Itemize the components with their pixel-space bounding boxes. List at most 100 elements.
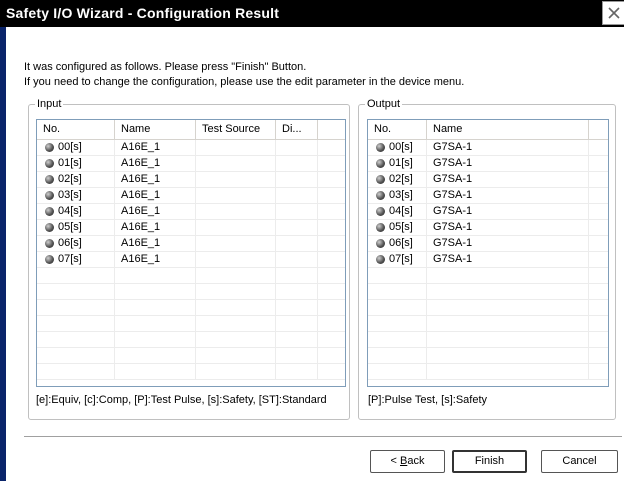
input-row: [37, 316, 345, 332]
output-cell-name: [427, 316, 589, 331]
radio-bullet-icon: [376, 159, 385, 168]
output-no-text: 07[s]: [389, 253, 413, 265]
input-no-text: 03[s]: [58, 189, 82, 201]
radio-bullet-icon: [376, 223, 385, 232]
output-row[interactable]: 02[s] G7SA-1: [368, 172, 608, 188]
input-list[interactable]: No. Name Test Source Di... 00[s] A16E_1 01…: [36, 119, 346, 387]
button-separator: [24, 436, 622, 438]
output-list[interactable]: No. Name 00[s] G7SA-1 01[s] G7SA-1 02[s] G7SA…: [367, 119, 609, 387]
input-name-text: A16E_1: [121, 253, 161, 265]
output-no-text: 00[s]: [389, 141, 413, 153]
output-cell-no: 07[s]: [368, 252, 427, 267]
input-cell-di: [276, 204, 318, 219]
output-cell-no: [368, 300, 427, 315]
input-cell-test-source: [196, 172, 276, 187]
input-row[interactable]: 04[s] A16E_1: [37, 204, 345, 220]
input-group-legend: Input: [35, 98, 64, 110]
radio-bullet-icon: [45, 207, 54, 216]
radio-bullet-icon: [45, 159, 54, 168]
input-cell-name: A16E_1: [115, 156, 196, 171]
output-cell-name: [427, 348, 589, 363]
input-name-text: A16E_1: [121, 141, 161, 153]
input-cell-di: [276, 172, 318, 187]
input-row: [37, 284, 345, 300]
output-cell-no: 04[s]: [368, 204, 427, 219]
input-no-text: 06[s]: [58, 237, 82, 249]
input-cell-test-source: [196, 252, 276, 267]
input-row[interactable]: 00[s] A16E_1: [37, 140, 345, 156]
input-row[interactable]: 03[s] A16E_1: [37, 188, 345, 204]
output-row[interactable]: 01[s] G7SA-1: [368, 156, 608, 172]
input-name-text: A16E_1: [121, 221, 161, 233]
radio-bullet-icon: [45, 191, 54, 200]
input-row[interactable]: 01[s] A16E_1: [37, 156, 345, 172]
output-cell-name: G7SA-1: [427, 140, 589, 155]
input-cell-no: 05[s]: [37, 220, 115, 235]
radio-bullet-icon: [376, 175, 385, 184]
input-cell-no: 04[s]: [37, 204, 115, 219]
cancel-button[interactable]: Cancel: [541, 450, 618, 473]
input-name-text: A16E_1: [121, 237, 161, 249]
input-row[interactable]: 06[s] A16E_1: [37, 236, 345, 252]
input-col-no[interactable]: No.: [37, 120, 115, 139]
input-name-text: A16E_1: [121, 205, 161, 217]
output-cell-name: [427, 364, 589, 379]
input-cell-test-source: [196, 188, 276, 203]
input-no-text: 04[s]: [58, 205, 82, 217]
input-cell-no: 01[s]: [37, 156, 115, 171]
input-cell-di: [276, 156, 318, 171]
input-list-header: No. Name Test Source Di...: [37, 120, 345, 140]
input-cell-di: [276, 364, 318, 379]
input-cell-name: A16E_1: [115, 188, 196, 203]
input-row: [37, 332, 345, 348]
close-button[interactable]: [602, 1, 624, 25]
output-row: [368, 332, 608, 348]
output-cell-no: 05[s]: [368, 220, 427, 235]
radio-bullet-icon: [45, 175, 54, 184]
input-cell-name: A16E_1: [115, 172, 196, 187]
input-cell-no: 00[s]: [37, 140, 115, 155]
output-cell-name: [427, 300, 589, 315]
radio-bullet-icon: [376, 191, 385, 200]
output-name-text: G7SA-1: [433, 157, 473, 169]
output-no-text: 06[s]: [389, 237, 413, 249]
input-cell-no: [37, 268, 115, 283]
input-name-text: A16E_1: [121, 189, 161, 201]
input-name-text: A16E_1: [121, 157, 161, 169]
finish-button[interactable]: Finish: [452, 450, 527, 473]
output-row: [368, 284, 608, 300]
input-row[interactable]: 02[s] A16E_1: [37, 172, 345, 188]
output-cell-name: [427, 284, 589, 299]
input-row[interactable]: 07[s] A16E_1: [37, 252, 345, 268]
output-cell-name: G7SA-1: [427, 172, 589, 187]
radio-bullet-icon: [45, 255, 54, 264]
input-col-di[interactable]: Di...: [276, 120, 318, 139]
output-name-text: G7SA-1: [433, 237, 473, 249]
output-cell-name: [427, 268, 589, 283]
output-row[interactable]: 07[s] G7SA-1: [368, 252, 608, 268]
input-cell-test-source: [196, 268, 276, 283]
output-row[interactable]: 06[s] G7SA-1: [368, 236, 608, 252]
output-row[interactable]: 04[s] G7SA-1: [368, 204, 608, 220]
output-cell-no: [368, 348, 427, 363]
output-row[interactable]: 05[s] G7SA-1: [368, 220, 608, 236]
input-no-text: 01[s]: [58, 157, 82, 169]
input-cell-di: [276, 236, 318, 251]
output-row[interactable]: 00[s] G7SA-1: [368, 140, 608, 156]
output-cell-name: G7SA-1: [427, 220, 589, 235]
input-cell-no: [37, 284, 115, 299]
output-col-name[interactable]: Name: [427, 120, 589, 139]
input-cell-test-source: [196, 140, 276, 155]
output-row[interactable]: 03[s] G7SA-1: [368, 188, 608, 204]
input-row[interactable]: 05[s] A16E_1: [37, 220, 345, 236]
input-cell-di: [276, 348, 318, 363]
back-button[interactable]: < Back: [370, 450, 445, 473]
output-col-no[interactable]: No.: [368, 120, 427, 139]
input-cell-no: [37, 348, 115, 363]
input-col-name[interactable]: Name: [115, 120, 196, 139]
input-col-test-source[interactable]: Test Source: [196, 120, 276, 139]
instruction-line-2: If you need to change the configuration,…: [24, 76, 465, 88]
title-bar[interactable]: Safety I/O Wizard - Configuration Result: [0, 0, 624, 27]
output-cell-name: G7SA-1: [427, 156, 589, 171]
input-cell-di: [276, 188, 318, 203]
